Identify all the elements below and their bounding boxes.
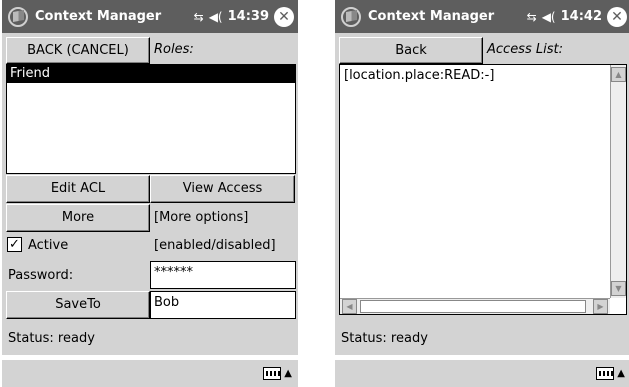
access-list-label: Access List:: [487, 42, 563, 57]
scroll-thumb[interactable]: [360, 300, 586, 313]
scroll-left-icon[interactable]: ◀: [342, 299, 357, 314]
save-to-button[interactable]: SaveTo: [6, 291, 150, 319]
view-access-button[interactable]: View Access: [150, 175, 295, 203]
save-to-field[interactable]: Bob: [150, 291, 296, 319]
access-list-box[interactable]: [location.place:READ:-] ▲ ▼ ◀ ▶: [339, 64, 627, 315]
command-bar: ▲: [2, 359, 298, 387]
status-bar: Status: ready: [335, 322, 629, 355]
left-screen: Context Manager ⇆ ◀( 14:39 ✕ BACK (CANCE…: [2, 0, 298, 387]
app-title: Context Manager: [35, 9, 162, 24]
input-menu-arrow-icon[interactable]: ▲: [284, 368, 292, 379]
password-field[interactable]: ******: [150, 261, 296, 289]
input-menu-arrow-icon[interactable]: ▲: [617, 368, 625, 379]
volume-icon[interactable]: ◀(: [209, 10, 223, 24]
clock[interactable]: 14:42: [561, 9, 602, 24]
close-icon[interactable]: ✕: [274, 6, 294, 27]
volume-icon[interactable]: ◀(: [542, 10, 556, 24]
active-label: Active: [28, 238, 69, 253]
scroll-down-icon[interactable]: ▼: [611, 281, 626, 296]
connectivity-icon[interactable]: ⇆: [527, 10, 537, 24]
edit-acl-button[interactable]: Edit ACL: [6, 175, 150, 203]
clock[interactable]: 14:39: [228, 9, 269, 24]
close-icon[interactable]: ✕: [607, 6, 627, 27]
back-button[interactable]: Back: [339, 37, 483, 64]
password-label: Password:: [8, 268, 74, 283]
more-options-label: [More options]: [154, 210, 249, 225]
right-screen: Context Manager ⇆ ◀( 14:42 ✕ Back Access…: [335, 0, 629, 387]
list-item[interactable]: [location.place:READ:-]: [340, 65, 626, 86]
connectivity-icon[interactable]: ⇆: [194, 10, 204, 24]
title-bar: Context Manager ⇆ ◀( 14:42 ✕: [335, 0, 629, 33]
command-bar: ▲: [335, 359, 629, 387]
windows-start-icon[interactable]: [8, 6, 30, 28]
roles-label: Roles:: [154, 42, 194, 57]
scroll-up-icon[interactable]: ▲: [611, 67, 626, 82]
keyboard-icon[interactable]: [263, 367, 282, 380]
back-cancel-button[interactable]: BACK (CANCEL): [6, 37, 150, 64]
list-item[interactable]: Friend: [7, 65, 295, 83]
vertical-scrollbar[interactable]: ▲ ▼: [610, 65, 626, 298]
keyboard-icon[interactable]: [596, 367, 615, 380]
app-title: Context Manager: [368, 9, 495, 24]
title-bar: Context Manager ⇆ ◀( 14:39 ✕: [2, 0, 298, 33]
roles-list[interactable]: Friend: [6, 64, 296, 174]
more-button[interactable]: More: [6, 204, 150, 232]
active-checkbox[interactable]: ✓: [7, 237, 22, 252]
status-bar: Status: ready: [2, 322, 298, 355]
horizontal-scrollbar[interactable]: ◀ ▶: [340, 298, 610, 314]
windows-start-icon[interactable]: [341, 6, 363, 28]
enabled-disabled-label: [enabled/disabled]: [154, 238, 276, 253]
scroll-right-icon[interactable]: ▶: [593, 299, 608, 314]
